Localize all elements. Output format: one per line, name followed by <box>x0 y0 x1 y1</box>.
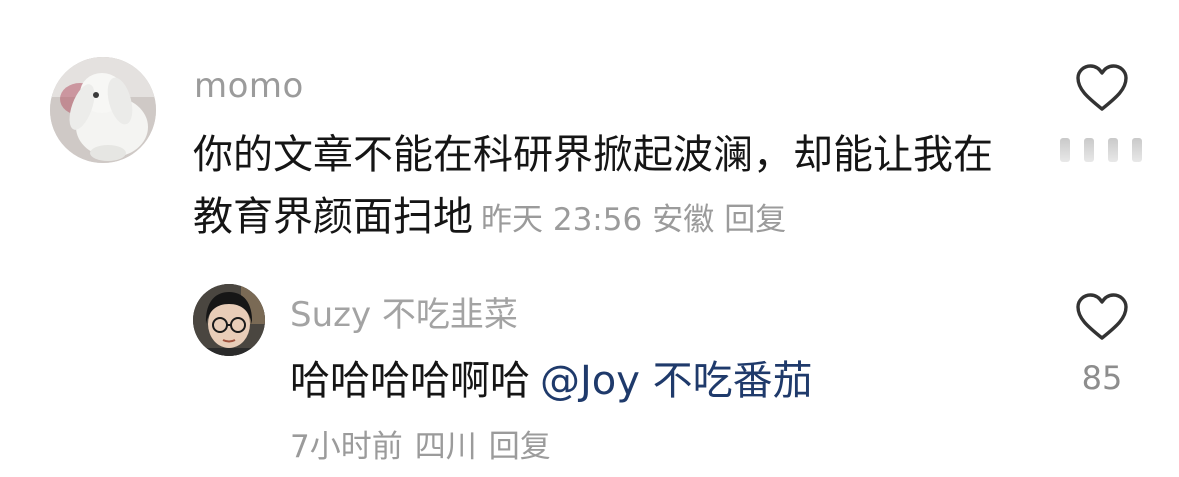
reply-location: 四川 <box>414 429 477 465</box>
comment-time: 昨天 23:56 <box>481 202 643 238</box>
mention-link[interactable]: @Joy 不吃番茄 <box>540 358 813 404</box>
loading-bar <box>1108 138 1118 162</box>
heart-outline-icon[interactable] <box>1075 292 1129 342</box>
loading-bar <box>1084 138 1094 162</box>
comment-location: 安徽 <box>652 202 715 238</box>
avatar[interactable] <box>50 57 156 163</box>
loading-bar <box>1132 138 1142 162</box>
reply-username[interactable]: Suzy 不吃韭菜 <box>290 293 518 337</box>
reply-button[interactable]: 回复 <box>489 429 551 465</box>
reply-button[interactable]: 回复 <box>724 202 786 238</box>
username[interactable]: momo <box>194 64 304 108</box>
reply-text: 哈哈哈哈啊哈 @Joy 不吃番茄 <box>290 355 813 407</box>
loading-bar <box>1060 138 1070 162</box>
comment-item: momo 你的文章不能在科研界掀起波澜，却能让我在教育界颜面扫地 昨天 23:56… <box>0 0 1179 270</box>
heart-outline-icon[interactable] <box>1075 63 1129 113</box>
like-count-loading <box>1060 138 1142 162</box>
person-glasses-avatar-icon <box>193 284 265 356</box>
like-count: 85 <box>1081 359 1123 397</box>
comment-meta: 昨天 23:56 安徽 回复 <box>481 202 786 238</box>
reply-body: 哈哈哈哈啊哈 <box>290 358 530 404</box>
reply-meta: 7小时前 四川 回复 <box>290 427 551 467</box>
comment-text: 你的文章不能在科研界掀起波澜，却能让我在教育界颜面扫地 昨天 23:56 安徽 回复 <box>193 124 1013 251</box>
reply-time: 7小时前 <box>290 429 403 465</box>
reply-avatar[interactable] <box>193 284 265 356</box>
bunny-avatar-icon <box>50 57 156 163</box>
